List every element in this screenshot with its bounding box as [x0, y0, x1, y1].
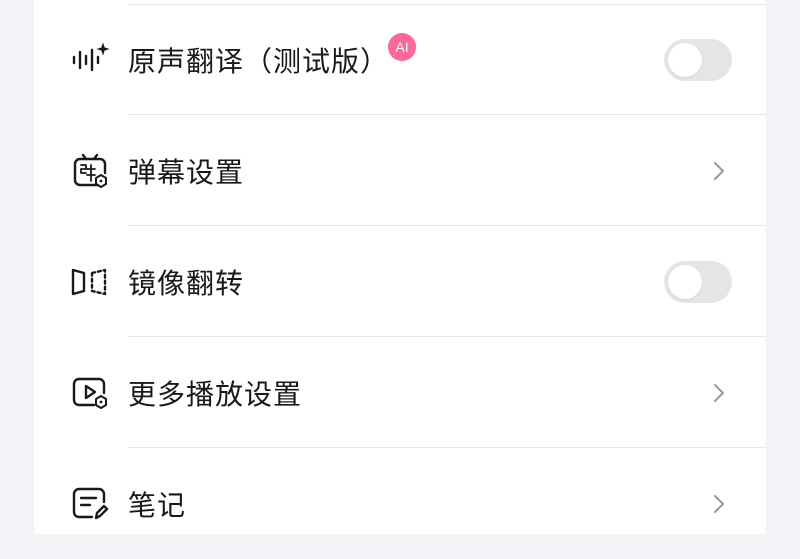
- setting-row-mirror-flip[interactable]: 镜像翻转: [34, 227, 766, 337]
- ai-badge: AI: [388, 33, 416, 61]
- mirror-flip-toggle[interactable]: [664, 261, 732, 303]
- voice-translate-toggle[interactable]: [664, 39, 732, 81]
- divider: [128, 225, 766, 226]
- divider: [128, 447, 766, 448]
- toggle-knob: [668, 265, 702, 299]
- mirror-flip-icon: [70, 262, 110, 302]
- divider: [128, 114, 766, 115]
- setting-row-voice-translate[interactable]: 原声翻译（测试版） AI: [34, 5, 766, 115]
- setting-label: 镜像翻转: [128, 267, 245, 300]
- danmaku-icon: [70, 151, 110, 191]
- settings-panel: 原声翻译（测试版） AI 弹幕设置 镜像翻转 更多播放设置 笔记: [34, 0, 766, 534]
- setting-row-more-play-settings[interactable]: 更多播放设置: [34, 338, 766, 448]
- voice-translate-icon: [70, 40, 110, 80]
- setting-label: 原声翻译（测试版）: [128, 45, 390, 78]
- play-settings-icon: [70, 373, 110, 413]
- setting-row-danmaku[interactable]: 弹幕设置: [34, 116, 766, 226]
- note-icon: [70, 484, 110, 524]
- chevron-right-icon: [712, 159, 726, 183]
- setting-label: 笔记: [128, 489, 187, 522]
- setting-label: 更多播放设置: [128, 378, 303, 411]
- divider: [128, 336, 766, 337]
- toggle-knob: [668, 43, 702, 77]
- chevron-right-icon: [712, 381, 726, 405]
- chevron-right-icon: [712, 492, 726, 516]
- setting-label: 弹幕设置: [128, 156, 245, 189]
- setting-row-notes[interactable]: 笔记: [34, 449, 766, 559]
